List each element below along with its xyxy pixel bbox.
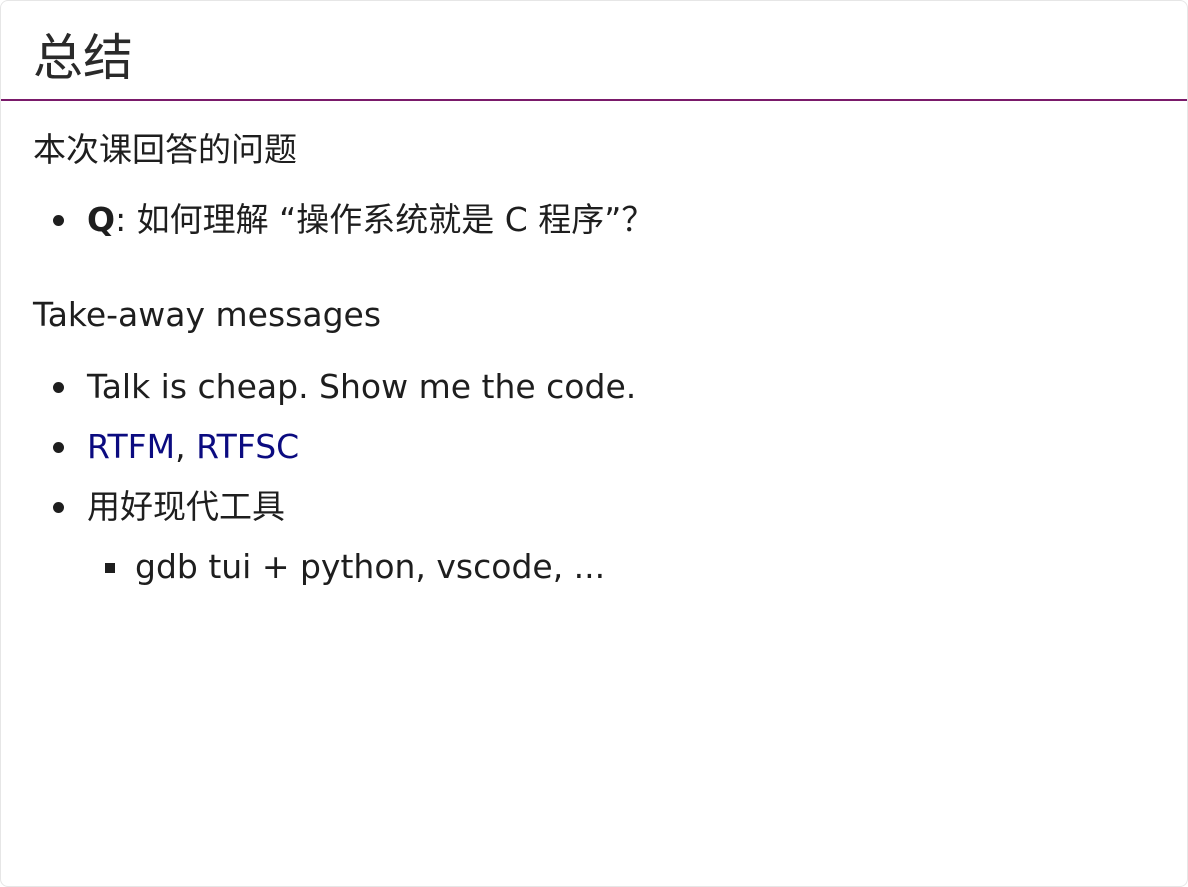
question-text: : 如何理解 “操作系统就是 C 程序”？ (115, 200, 655, 239)
questions-heading: 本次课回答的问题 (33, 130, 297, 169)
list-item: Q: 如何理解 “操作系统就是 C 程序”？ (1, 190, 654, 250)
bullet-icon (53, 215, 64, 226)
link-separator: , (175, 427, 197, 466)
bullet-icon (53, 502, 64, 513)
bullet-icon (53, 382, 64, 393)
slide: 总结 本次课回答的问题 Q: 如何理解 “操作系统就是 C 程序”？ Take-… (0, 0, 1188, 887)
rtfm-link[interactable]: RTFM (87, 427, 175, 466)
rtfsc-link[interactable]: RTFSC (196, 427, 299, 466)
takeaway-text: 用好现代工具 (87, 487, 285, 526)
slide-title: 总结 (33, 29, 133, 87)
tools-text: gdb tui + python, vscode, ... (135, 547, 606, 586)
title-bar: 总结 (1, 1, 1187, 101)
bullet-icon (53, 442, 64, 453)
list-item: 用好现代工具 (1, 477, 636, 537)
square-bullet-icon (105, 563, 115, 573)
takeaway-text: Talk is cheap. Show me the code. (87, 367, 637, 406)
list-item: gdb tui + python, vscode, ... (1, 537, 605, 597)
questions-list: Q: 如何理解 “操作系统就是 C 程序”？ (1, 190, 654, 250)
takeaways-heading: Take-away messages (33, 295, 382, 334)
tools-sublist: gdb tui + python, vscode, ... (1, 537, 605, 597)
list-item: RTFM, RTFSC (1, 417, 636, 477)
list-item: Talk is cheap. Show me the code. (1, 357, 636, 417)
takeaways-list: Talk is cheap. Show me the code. RTFM, R… (1, 357, 636, 537)
question-label: Q (87, 200, 116, 239)
